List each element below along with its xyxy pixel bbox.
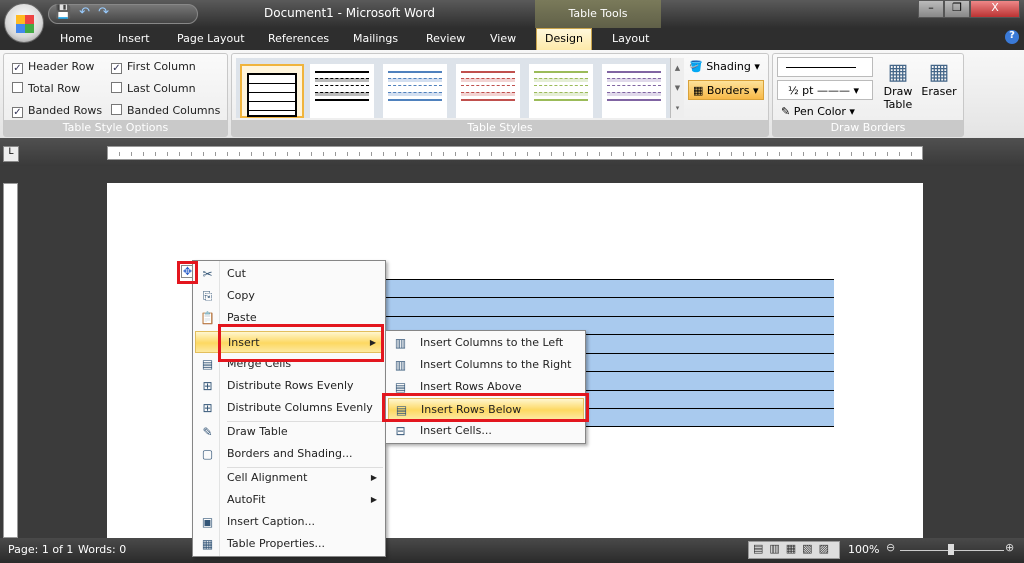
tab-mailings[interactable]: Mailings [353, 32, 398, 45]
office-logo-icon [16, 15, 34, 33]
insert-columns-right-icon: ▥ [394, 358, 407, 372]
horizontal-ruler[interactable] [107, 146, 923, 160]
menu-item-distribute-columns[interactable]: ⊞ Distribute Columns Evenly [195, 397, 383, 419]
context-menu: ✂ Cut ⎘ Copy 📋 Paste Insert ▶ ▤ Merge Cells ⊞… [192, 260, 386, 557]
tab-layout[interactable]: Layout [612, 32, 649, 45]
borders-button[interactable]: ▦ Borders ▾ [688, 80, 764, 100]
tab-insert[interactable]: Insert [118, 32, 150, 45]
menu-item-insert-columns-right[interactable]: ▥ Insert Columns to the Right [388, 354, 584, 376]
table-style-green[interactable] [529, 64, 593, 118]
borders-icon: ▦ [693, 84, 704, 97]
vertical-ruler[interactable] [3, 183, 18, 538]
tab-selector[interactable]: L [3, 146, 19, 162]
table-tools-label: Table Tools [535, 0, 661, 28]
tab-design[interactable]: Design [536, 28, 592, 50]
total-row-checkbox[interactable]: Total Row [12, 82, 80, 95]
group-label: Draw Borders [773, 120, 963, 136]
eraser-icon: ▦ [928, 60, 950, 85]
shading-button[interactable]: 🪣 Shading ▾ [689, 60, 760, 73]
title-bar: 💾↶↷ Document1 - Microsoft Word Table Too… [0, 0, 1024, 28]
menu-item-borders-shading[interactable]: ▢ Borders and Shading... [195, 443, 383, 465]
window-title: Document1 - Microsoft Word [264, 6, 436, 20]
table-styles-group: ▲ ▼ ▾ 🪣 Shading ▾ ▦ Borders ▾ Table Styles [231, 53, 769, 137]
styles-scroll[interactable]: ▲ ▼ ▾ [670, 58, 684, 118]
menu-item-insert-caption[interactable]: ▣ Insert Caption... [195, 511, 383, 533]
insert-columns-left-icon: ▥ [394, 336, 407, 350]
tab-references[interactable]: References [268, 32, 329, 45]
menu-item-table-properties[interactable]: ▦ Table Properties... [195, 533, 383, 555]
pen-icon: ✎ [781, 105, 791, 118]
zoom-slider-thumb[interactable] [948, 544, 954, 555]
view-buttons[interactable]: ▤▥▦▧▨ [748, 541, 840, 559]
table-style-purple[interactable] [602, 64, 666, 118]
draw-borders-group: ½ pt ——— ▾ ✎ Pen Color ▾ ▦ Draw Table ▦ Er… [772, 53, 964, 137]
restore-button[interactable]: ❐ [944, 0, 970, 18]
tab-view[interactable]: View [490, 32, 516, 45]
scissors-icon: ✂ [202, 267, 213, 281]
table-style-light-shading[interactable] [310, 64, 374, 118]
distribute-rows-icon: ⊞ [202, 379, 213, 393]
quick-access-toolbar[interactable]: 💾↶↷ [48, 4, 198, 24]
distribute-columns-icon: ⊞ [202, 401, 213, 415]
highlight-box-insert [218, 324, 384, 362]
zoom-out-icon[interactable]: ⊖ [886, 541, 895, 554]
help-icon[interactable]: ? [1005, 30, 1019, 44]
insert-rows-above-icon: ▤ [394, 380, 407, 394]
last-column-checkbox[interactable]: Last Column [111, 82, 196, 95]
page-count[interactable]: Page: 1 of 1 [8, 543, 73, 556]
table-style-blue[interactable] [383, 64, 447, 118]
insert-submenu: ▥ Insert Columns to the Left ▥ Insert Colu… [385, 330, 586, 444]
pen-color-button[interactable]: ✎ Pen Color ▾ [781, 105, 855, 118]
table-style-grid[interactable] [240, 64, 304, 118]
tab-home[interactable]: Home [60, 32, 92, 45]
menu-item-cell-alignment[interactable]: Cell Alignment ▶ [195, 467, 383, 489]
status-bar: Page: 1 of 1 Words: 0 ▤▥▦▧▨ 100% ⊖ ⊕ [0, 538, 1024, 563]
menu-item-distribute-rows[interactable]: ⊞ Distribute Rows Evenly [195, 375, 383, 397]
tab-page-layout[interactable]: Page Layout [177, 32, 245, 45]
paste-icon: 📋 [200, 311, 215, 325]
highlight-box-insert-rows-below [382, 393, 589, 422]
zoom-in-icon[interactable]: ⊕ [1005, 541, 1014, 554]
table-style-red[interactable] [456, 64, 520, 118]
first-column-checkbox[interactable]: ✓ First Column [111, 60, 196, 74]
table-properties-icon: ▦ [201, 537, 214, 551]
borders-icon: ▢ [201, 447, 214, 461]
office-button[interactable] [4, 3, 44, 43]
group-label: Table Styles [232, 120, 768, 136]
draw-table-icon: ▦ [887, 60, 909, 85]
line-weight-dropdown[interactable]: ½ pt ——— ▾ [777, 80, 873, 100]
paint-bucket-icon: 🪣 [689, 60, 703, 73]
line-style-dropdown[interactable] [777, 57, 873, 77]
menu-item-insert-columns-left[interactable]: ▥ Insert Columns to the Left [388, 332, 584, 354]
insert-cells-icon: ⊟ [395, 424, 406, 438]
menu-item-autofit[interactable]: AutoFit ▶ [195, 489, 383, 511]
submenu-arrow-icon: ▶ [370, 473, 377, 482]
banded-columns-checkbox[interactable]: Banded Columns [111, 104, 220, 117]
submenu-arrow-icon: ▶ [370, 495, 377, 504]
draw-table-button[interactable]: ▦ Draw Table [881, 60, 915, 111]
ribbon: ✓ Header Row Total Row ✓ Banded Rows ✓ Firs… [0, 50, 1024, 138]
menu-item-insert-cells[interactable]: ⊟ Insert Cells... [388, 420, 584, 442]
tab-review[interactable]: Review [426, 32, 465, 45]
caption-icon: ▣ [201, 515, 214, 529]
eraser-button[interactable]: ▦ Eraser [921, 60, 957, 98]
group-label: Table Style Options [4, 120, 227, 136]
menu-item-copy[interactable]: ⎘ Copy [195, 285, 383, 307]
header-row-checkbox[interactable]: ✓ Header Row [12, 60, 94, 74]
menu-item-draw-table[interactable]: ✎ Draw Table [195, 421, 383, 443]
copy-icon: ⎘ [202, 289, 213, 303]
highlight-box-move-handle [177, 261, 198, 284]
banded-rows-checkbox[interactable]: ✓ Banded Rows [12, 104, 102, 118]
merge-cells-icon: ▤ [201, 357, 214, 371]
pencil-icon: ✎ [202, 425, 213, 439]
table-style-options-group: ✓ Header Row Total Row ✓ Banded Rows ✓ Firs… [3, 53, 228, 137]
zoom-level[interactable]: 100% [848, 543, 879, 556]
minimize-button[interactable]: – [918, 0, 944, 18]
word-count[interactable]: Words: 0 [78, 543, 126, 556]
menu-item-cut[interactable]: ✂ Cut [195, 263, 383, 285]
ribbon-tabs: Home Insert Page Layout References Maili… [0, 28, 1024, 50]
close-button[interactable]: X [970, 0, 1020, 18]
